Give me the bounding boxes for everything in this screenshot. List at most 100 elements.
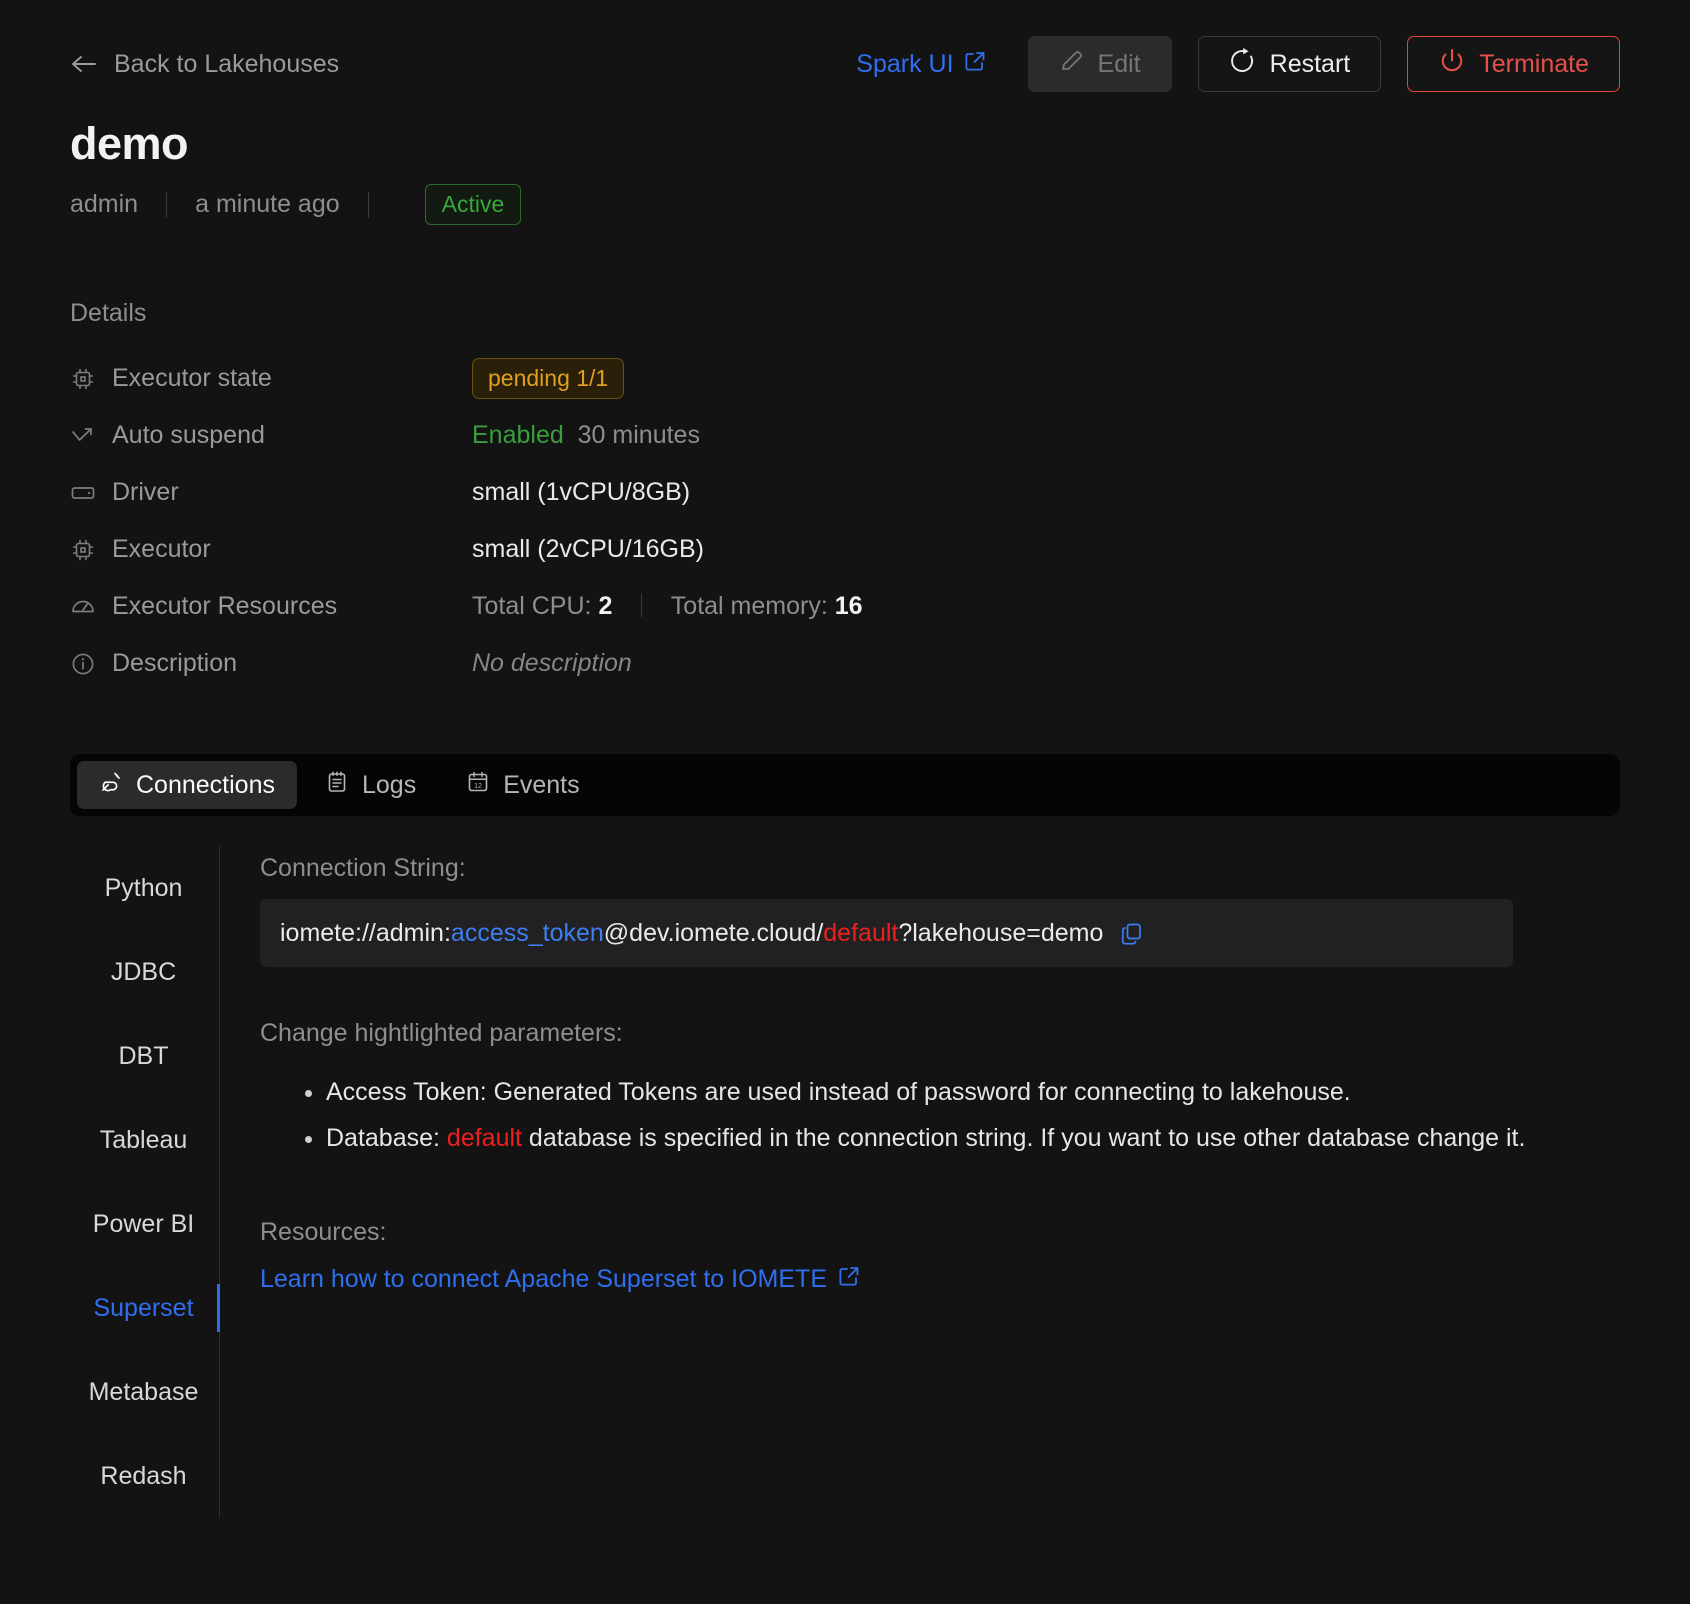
connection-string-middle: @dev.iomete.cloud/ — [603, 918, 824, 947]
server-icon — [70, 480, 112, 506]
connection-item-label: Redash — [100, 1461, 187, 1490]
resource-link[interactable]: Learn how to connect Apache Superset to … — [260, 1265, 860, 1294]
detail-row-executor: Executor small (2vCPU/16GB) — [70, 521, 1620, 578]
detail-row-driver: Driver small (1vCPU/8GB) — [70, 464, 1620, 521]
total-cpu-value: 2 — [598, 592, 613, 620]
status-badge: Active — [424, 184, 522, 225]
restart-label: Restart — [1269, 49, 1351, 78]
connection-item-power-bi[interactable]: Power BI — [70, 1182, 219, 1266]
tab-label: Events — [503, 770, 580, 799]
page-title: demo — [70, 118, 189, 169]
connection-string-prefix: iomete://admin: — [280, 918, 451, 947]
connection-type-sidebar: Python JDBC DBT Tableau Power BI Superse… — [70, 846, 220, 1518]
note-text-prefix: Database: — [326, 1124, 447, 1152]
detail-row-auto-suspend: Auto suspend Enabled 30 minutes — [70, 407, 1620, 464]
auto-suspend-state: Enabled — [472, 421, 564, 449]
top-action-bar: Back to Lakehouses Spark UI Edit Restart… — [70, 0, 1620, 100]
detail-label: Executor — [112, 535, 211, 563]
note-text: Access Token: Generated Tokens are used … — [326, 1078, 1351, 1106]
page-meta: admin a minute ago Active — [70, 184, 1620, 225]
action-buttons: Spark UI Edit Restart Terminate — [856, 36, 1620, 92]
connection-string-box[interactable]: iomete://admin: access_token @dev.iomete.c… — [260, 899, 1513, 967]
power-icon — [1438, 47, 1466, 82]
restart-button[interactable]: Restart — [1197, 36, 1382, 92]
detail-row-description: Description No description — [70, 635, 1620, 692]
details-heading: Details — [70, 299, 147, 327]
connection-item-label: Python — [104, 873, 183, 902]
connection-item-dbt[interactable]: DBT — [70, 1014, 219, 1098]
resources-heading: Resources: — [260, 1218, 387, 1246]
meta-divider-2 — [367, 191, 369, 218]
connection-item-label: JDBC — [110, 957, 177, 986]
tab-logs[interactable]: Logs — [303, 761, 438, 809]
spark-ui-link[interactable]: Spark UI — [856, 50, 985, 79]
svg-text:12: 12 — [474, 783, 482, 790]
connection-item-tableau[interactable]: Tableau — [70, 1098, 219, 1182]
spark-ui-label: Spark UI — [856, 49, 954, 78]
edit-label: Edit — [1097, 49, 1141, 78]
note-access-token: Access Token: Generated Tokens are used … — [326, 1074, 1620, 1110]
detail-row-executor-resources: Executor Resources Total CPU: 2 Total me… — [70, 578, 1620, 635]
cpu-chip-icon — [70, 366, 112, 392]
connection-item-label: DBT — [118, 1041, 169, 1070]
back-link-label: Back to Lakehouses — [114, 49, 340, 78]
arrow-left-icon — [70, 52, 98, 76]
connection-item-python[interactable]: Python — [70, 846, 219, 930]
total-memory-value: 16 — [834, 592, 863, 620]
back-to-lakehouses-link[interactable]: Back to Lakehouses — [70, 50, 339, 79]
detail-label: Driver — [112, 478, 179, 506]
info-icon — [70, 651, 112, 677]
connection-item-metabase[interactable]: Metabase — [70, 1350, 219, 1434]
plug-icon — [99, 770, 123, 801]
parameter-notes-list: Access Token: Generated Tokens are used … — [260, 1074, 1620, 1156]
change-parameters-heading: Change hightlighted parameters: — [260, 1019, 623, 1047]
tab-events[interactable]: 12 Events — [444, 761, 601, 809]
connection-item-redash[interactable]: Redash — [70, 1434, 219, 1518]
terminate-label: Terminate — [1479, 49, 1589, 78]
terminate-button[interactable]: Terminate — [1407, 36, 1620, 92]
owner-label: admin — [70, 190, 139, 218]
connection-item-superset[interactable]: Superset — [70, 1266, 220, 1350]
tab-connections[interactable]: Connections — [77, 761, 297, 809]
updated-label: a minute ago — [195, 190, 340, 218]
copy-icon[interactable] — [1119, 921, 1144, 946]
connection-item-label: Superset — [93, 1293, 194, 1322]
total-memory-label: Total memory: — [670, 592, 828, 620]
detail-label: Auto suspend — [112, 421, 265, 449]
description-value: No description — [472, 649, 632, 677]
connection-item-label: Power BI — [92, 1209, 195, 1238]
total-cpu-label: Total CPU: — [472, 592, 592, 620]
external-link-icon — [964, 50, 986, 79]
connection-string-database: default — [823, 918, 899, 947]
cpu-chip-icon — [70, 537, 112, 563]
pencil-icon — [1059, 48, 1085, 81]
executor-value: small (2vCPU/16GB) — [472, 535, 704, 563]
detail-label: Executor Resources — [112, 592, 338, 620]
resources-divider — [641, 593, 643, 617]
note-text-suffix: database is specified in the connection … — [521, 1124, 1526, 1152]
restart-power-icon — [1229, 47, 1257, 82]
connection-string-suffix: ?lakehouse=demo — [898, 918, 1104, 947]
driver-value: small (1vCPU/8GB) — [472, 478, 691, 506]
executor-state-badge: pending 1/1 — [472, 358, 625, 399]
tab-label: Logs — [361, 770, 417, 799]
detail-row-executor-state: Executor state pending 1/1 — [70, 350, 1620, 407]
resource-link-label: Learn how to connect Apache Superset to … — [260, 1265, 827, 1293]
lakehouse-detail-page: Back to Lakehouses Spark UI Edit Restart… — [0, 0, 1690, 1604]
notepad-icon — [325, 770, 349, 801]
connection-item-jdbc[interactable]: JDBC — [70, 930, 219, 1014]
connection-string-token: access_token — [450, 918, 604, 947]
connection-details: Connection String: iomete://admin: access… — [220, 846, 1620, 1518]
note-highlight: default — [446, 1124, 522, 1152]
connection-item-label: Metabase — [88, 1377, 199, 1406]
connection-item-label: Tableau — [99, 1125, 188, 1154]
arrow-trend-icon — [70, 423, 112, 449]
calendar-icon: 12 — [466, 770, 490, 801]
tab-label: Connections — [136, 770, 275, 799]
edit-button[interactable]: Edit — [1027, 36, 1172, 92]
detail-label: Description — [112, 649, 238, 677]
gauge-icon — [70, 594, 112, 620]
connection-string-label: Connection String: — [260, 854, 466, 882]
detail-label: Executor state — [112, 364, 272, 392]
tab-bar: Connections Logs 12 Events — [70, 754, 1620, 816]
